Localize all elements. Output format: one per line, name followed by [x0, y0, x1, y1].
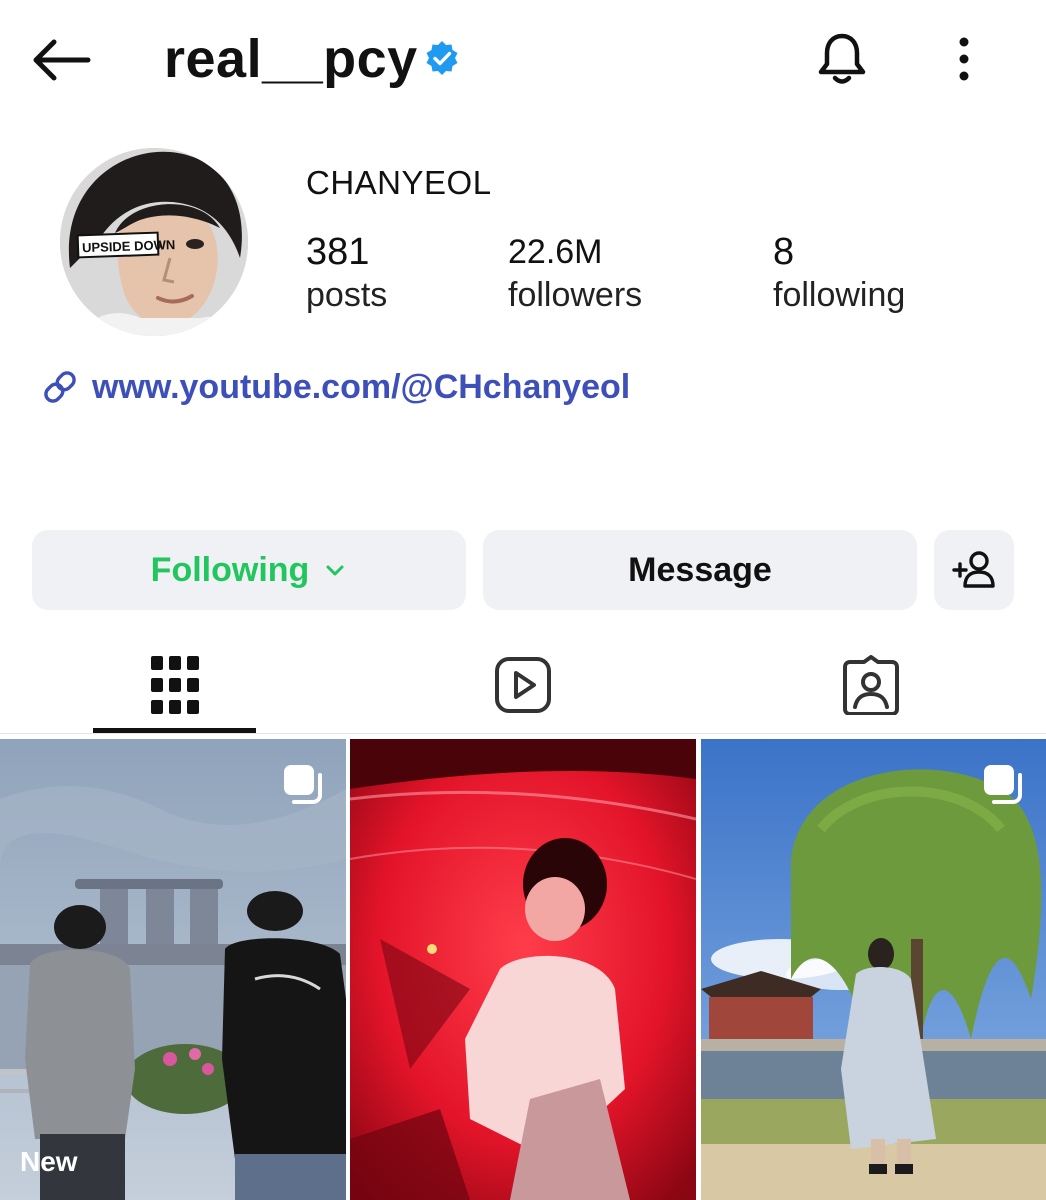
more-options-button[interactable] [944, 34, 984, 84]
message-button[interactable]: Message [483, 530, 917, 610]
top-bar: real__pcy [0, 0, 1046, 120]
profile-avatar[interactable]: UPSIDE DOWN [60, 148, 248, 336]
chevron-down-icon [326, 565, 344, 576]
display-name: CHANYEOL [306, 164, 492, 201]
posts-count: 381 [306, 231, 370, 273]
verified-badge-icon [426, 41, 458, 75]
tagged-person-icon [843, 655, 899, 715]
profile-username: real__pcy [164, 29, 418, 89]
back-button[interactable] [30, 36, 94, 84]
following-button-label: Following [150, 550, 310, 589]
followers-label: followers [508, 276, 643, 314]
link-icon [44, 371, 76, 403]
new-post-badge: New [20, 1146, 78, 1177]
notifications-button[interactable] [812, 28, 872, 88]
multiple-photos-icon [284, 765, 322, 804]
following-label: following [773, 276, 906, 314]
bell-icon [818, 33, 866, 84]
following-stat[interactable]: 8 following [773, 230, 905, 316]
post-tile[interactable] [350, 739, 696, 1200]
message-button-label: Message [628, 550, 772, 589]
tab-divider [0, 733, 1046, 734]
reels-play-icon [495, 657, 551, 713]
profile-link[interactable]: www.youtube.com/@CHchanyeol [40, 364, 630, 410]
following-button[interactable]: Following [32, 530, 466, 610]
following-count: 8 [773, 231, 795, 273]
suggest-users-button[interactable] [934, 530, 1014, 610]
vertical-ellipsis-icon [959, 37, 969, 81]
posts-stat: 381 posts [306, 230, 387, 316]
profile-tabs [0, 636, 1046, 734]
posts-grid: New [0, 739, 1046, 1200]
post-tile[interactable] [701, 739, 1046, 1200]
followers-stat[interactable]: 22.6M followers [508, 230, 642, 316]
tab-reels[interactable] [438, 636, 608, 734]
posts-label: posts [306, 276, 388, 314]
multiple-photos-icon [984, 765, 1022, 804]
tab-posts[interactable] [90, 636, 260, 734]
profile-link-text: www.youtube.com/@CHchanyeol [92, 367, 631, 406]
tab-tagged[interactable] [786, 636, 956, 734]
post-tile[interactable]: New [0, 739, 346, 1200]
followers-count: 22.6M [508, 233, 603, 271]
add-person-icon [952, 551, 995, 588]
arrow-left-icon [33, 39, 91, 81]
grid-icon [151, 656, 199, 714]
